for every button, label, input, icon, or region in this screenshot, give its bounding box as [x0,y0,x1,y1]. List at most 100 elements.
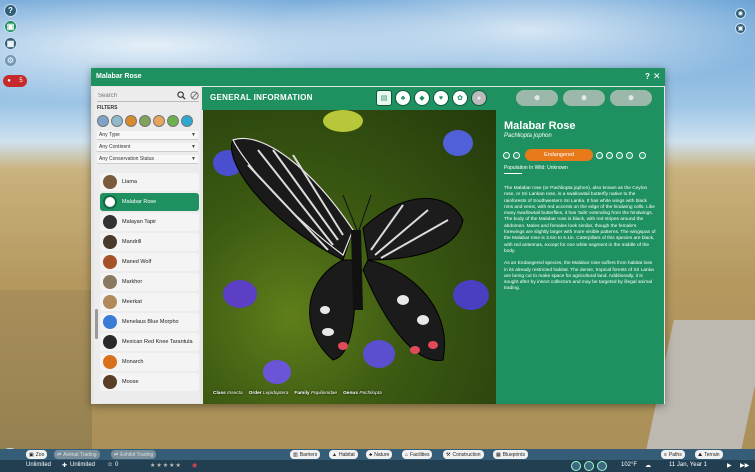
warning-icon[interactable]: ◉ [192,462,197,469]
list-item-selected[interactable]: Malabar Rose [100,193,199,211]
type-dropdown-value: Any Type [99,132,120,138]
habitat-button[interactable]: ▲ Habitat [329,450,358,459]
camera-button[interactable]: ◉ [735,8,746,19]
exhibit-trading-button[interactable]: ⇄ Exhibit Trading [111,450,157,459]
filter-bird-icon[interactable] [97,115,109,127]
play-icon[interactable]: ▶ [727,462,732,469]
alert-count: 5 [19,78,23,84]
filter-amphibian-icon[interactable] [153,115,165,127]
list-item[interactable]: Moose [100,373,199,391]
guest-count: 0 [115,462,119,468]
calendar-button[interactable]: ▦ [4,37,17,50]
wolf-icon [103,255,117,269]
list-item[interactable]: Malayan Tapir [100,213,199,231]
camera-icon: ◉ [737,11,744,17]
list-item[interactable]: Menelaus Blue Morpho [100,313,199,331]
list-item[interactable]: Llama [100,173,199,191]
barriers-label: Barriers [299,451,318,458]
list-item-label: Mexican Red Knee Tarantula [122,339,193,345]
list-item[interactable]: Markhor [100,273,199,291]
conservation-dropdown[interactable]: Any Conservation Status ▼ [97,155,198,164]
construction-button[interactable]: ⚒ Construction [443,450,484,459]
animal-trading-button[interactable]: ⇄ Animal Trading [54,450,100,459]
nature-button[interactable]: ♣ Nature [366,450,393,459]
chevron-down-icon: ▼ [191,132,196,138]
zoom-out-button[interactable] [571,461,581,471]
description-paragraph: As an Endangered species, the Malabar ro… [504,261,654,292]
tab-right-3: ⬤ [610,90,652,106]
list-item[interactable]: Mandrill [100,233,199,251]
tab-diet-icon[interactable]: ◆ [414,90,430,106]
tab-habitat-icon[interactable]: ♣ [395,90,411,106]
species-latin-name: Pachliopta jophon [504,133,552,139]
list-item-label: Maned Wolf [122,259,152,265]
zoopedia-tab-bar: GENERAL INFORMATION ▤ ♣ ◆ ♥ ✿ ● ⬤ ⬤ ⬤ [202,87,664,110]
calendar-icon: ▦ [6,39,15,48]
zoopedia-window: Malabar Rose ? ✕ FILTERS Any Type ▼ Any C… [91,68,665,404]
clear-filter-icon[interactable] [190,91,199,100]
list-item[interactable]: Mexican Red Knee Tarantula [100,333,199,351]
weather-icon: ☁ [645,463,651,469]
filter-aquatic-icon[interactable] [181,115,193,127]
tab-paw-icon[interactable]: ✿ [452,90,468,106]
camera-mode-button[interactable] [597,461,607,471]
list-item[interactable]: Meerkat [100,293,199,311]
blueprint-icon: ▦ [496,451,501,458]
terrain-button[interactable]: ⛰ Terrain [695,450,723,459]
status-bar: Unlimited ✚ Unlimited ☺ 0 ★★★★★ ◉ 102°F … [0,460,755,472]
conservation-dropdown-value: Any Conservation Status [99,156,155,162]
help-icon: ? [8,6,13,15]
list-item-label: Markhor [122,279,143,285]
tab-welfare-icon[interactable]: ♥ [433,90,449,106]
species-name: Malabar Rose [504,120,576,132]
filter-mammal-icon[interactable] [125,115,137,127]
species-photo: Class Insecta Order Lepidoptera Family P… [203,110,496,404]
help-button[interactable]: ? [4,4,17,17]
filters-label: FILTERS [97,105,118,111]
butterfly-illustration [231,137,464,361]
description-paragraph: The Malabar rose (or Pachliopta jophon),… [504,186,656,254]
facilities-button[interactable]: ⌂ Facilities [402,450,433,459]
photo-mode-button[interactable]: ▣ [735,23,746,34]
paths-button[interactable]: ≡ Paths [661,450,685,459]
barrier-icon: ▥ [293,451,298,458]
filter-fish-icon[interactable] [111,115,123,127]
taxonomy-order: Order Lepidoptera [248,391,289,396]
zoo-label: Zoo [35,451,45,458]
continent-dropdown[interactable]: Any Continent ▼ [97,143,198,152]
list-item-label: Malabar Rose [122,199,157,205]
close-icon[interactable]: ✕ [653,71,661,82]
type-dropdown[interactable]: Any Type ▼ [97,131,198,140]
zoo-menu-button[interactable]: ▣ [4,20,17,33]
search-input[interactable] [98,91,173,101]
fast-forward-icon[interactable]: ▶▶ [740,462,749,469]
tab-general-info-icon[interactable]: ▤ [376,90,392,106]
tab-right-2: ⬤ [563,90,605,106]
barriers-button[interactable]: ▥ Barriers [290,450,321,459]
window-help-icon[interactable]: ? [645,72,650,81]
terrain-label: Terrain [704,451,720,458]
tree-icon: ♣ [369,451,373,458]
list-scrollbar[interactable] [95,309,98,339]
meerkat-icon [103,295,117,309]
alert-badge[interactable]: ● 5 [3,75,27,87]
list-item[interactable]: Maned Wolf [100,253,199,271]
taxonomy-genus: Genus Pachliopta [343,391,382,396]
zoo-button[interactable]: ▣ Zoo [26,450,48,459]
view-button[interactable] [584,461,594,471]
list-item[interactable]: Monarch [100,353,199,371]
blueprints-button[interactable]: ▦ Blueprints [493,450,528,459]
nature-label: Nature [374,451,390,458]
list-item-label: Meerkat [122,299,142,305]
filter-invertebrate-icon[interactable] [167,115,179,127]
window-header[interactable]: Malabar Rose ? ✕ [91,68,665,86]
exhibit-trading-label: Exhibit Trading [120,451,154,458]
guest-icon: ☺ [107,462,114,468]
status-dot [639,152,646,159]
filter-icon-row [97,115,201,127]
person-icon: ● [7,78,11,84]
settings-button[interactable]: ⚙ [4,54,17,67]
filter-reptile-icon[interactable] [139,115,151,127]
blueprints-label: Blueprints [502,451,525,458]
search-icon[interactable] [177,91,186,100]
